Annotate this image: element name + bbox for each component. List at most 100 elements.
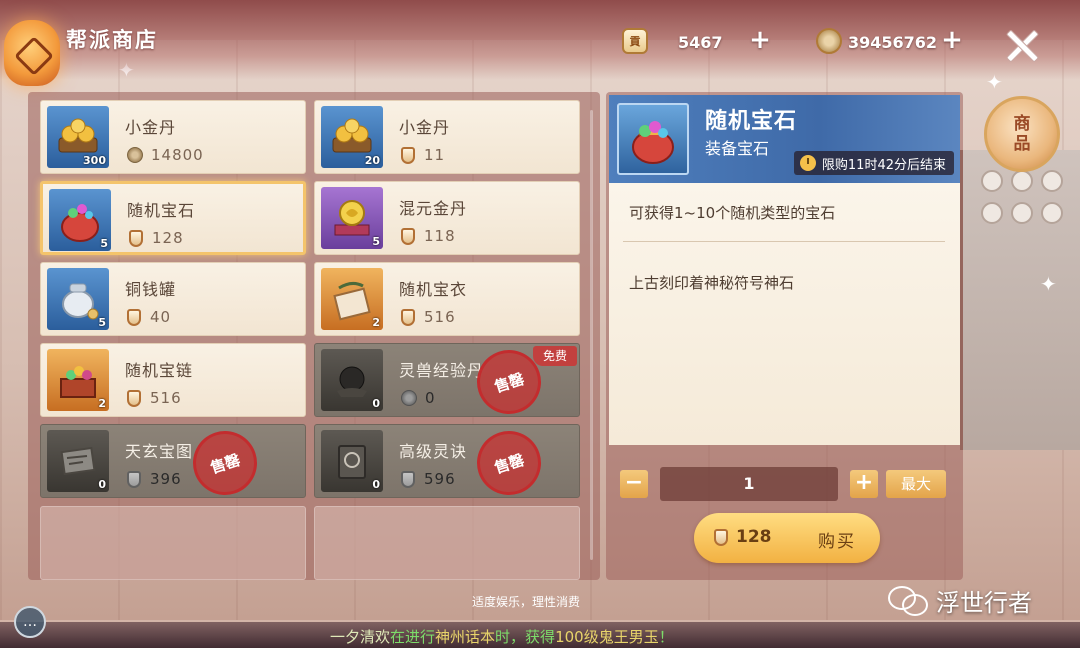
increase-quantity-button[interactable]: +	[850, 470, 878, 498]
quantity-field[interactable]: 1	[660, 467, 838, 501]
item-count: 300	[83, 154, 106, 167]
list-scrollbar[interactable]	[590, 110, 593, 560]
guild-token-icon	[127, 470, 141, 488]
item-price-value: 516	[150, 389, 182, 407]
item-price: 118	[401, 226, 456, 246]
item-price: 596	[401, 469, 456, 489]
shop-item-card[interactable]: 300 小金丹 14800	[40, 100, 306, 174]
gold-pills-icon: 20	[321, 106, 383, 168]
item-price: 40	[127, 307, 171, 327]
shop-item-card[interactable]: 2 随机宝衣 516	[314, 262, 580, 336]
divider	[623, 241, 945, 242]
buy-price: 128	[736, 527, 772, 547]
announcement-bar: 一夕清欢在进行神州话本时，获得100级鬼王男玉！	[0, 622, 1080, 648]
page-title: 帮派商店	[66, 28, 158, 52]
item-count: 0	[98, 478, 106, 491]
robe-box-icon: 2	[321, 268, 383, 330]
watermark: 浮世行者	[888, 582, 1032, 618]
item-price-value: 118	[424, 227, 456, 245]
watermark-text: 浮世行者	[936, 588, 1032, 617]
item-name: 铜钱罐	[125, 280, 177, 299]
item-list-panel: 300 小金丹 14800 20 小金丹 11 5 随机宝石 128 5 混元金丹 118 5 铜钱罐 40…	[28, 92, 600, 580]
timer-text: 限购11时42分后结束	[821, 157, 946, 173]
item-price-value: 40	[150, 308, 172, 326]
announcement-text: 一夕清欢在进行神州话本时，获得100级鬼王男玉！	[330, 626, 674, 647]
item-name: 灵兽经验丹	[399, 361, 485, 380]
guild-token-icon	[401, 308, 415, 326]
shop-item-card[interactable]: 0 天玄宝图 396 售罄	[40, 424, 306, 498]
item-name: 小金丹	[125, 118, 177, 137]
guild-token-icon	[127, 308, 141, 326]
shop-item-card[interactable]: 0 灵兽经验丹 0 售罄 免费	[314, 343, 580, 417]
item-price: 128	[129, 228, 184, 248]
max-quantity-button[interactable]: 最大	[886, 470, 946, 498]
golden-orb-icon: 5	[321, 187, 383, 249]
item-price: 396	[127, 469, 182, 489]
guild-token-icon	[714, 529, 728, 546]
tab-goods-label-1: 商	[1013, 114, 1031, 134]
item-count: 20	[364, 154, 380, 167]
plate-decor	[1011, 202, 1033, 224]
shop-item-card[interactable]: 0 高级灵诀 596 售罄	[314, 424, 580, 498]
empty-slot	[40, 506, 306, 580]
item-count: 0	[372, 478, 380, 491]
guild-token-icon: 貢	[622, 28, 648, 54]
sold-out-stamp: 售罄	[468, 425, 550, 497]
shop-item-card[interactable]: 5 铜钱罐 40	[40, 262, 306, 336]
bird-icon: ✦	[1040, 272, 1057, 296]
announcement-reward: 100级鬼王男玉	[555, 628, 659, 646]
detail-header: 随机宝石 装备宝石 限购11时42分后结束	[609, 95, 960, 183]
item-name: 随机宝链	[125, 361, 194, 380]
health-notice: 适度娱乐，理性消费	[472, 595, 581, 609]
plate-decor	[1041, 202, 1063, 224]
chat-icon: …	[23, 614, 37, 630]
item-price: 516	[401, 307, 456, 327]
decrease-quantity-button[interactable]: −	[620, 470, 648, 498]
lantern-icon	[4, 20, 60, 86]
close-button[interactable]	[1002, 26, 1040, 64]
item-name: 随机宝石	[127, 201, 196, 220]
item-count: 0	[372, 397, 380, 410]
buy-button[interactable]: 128 购买	[694, 513, 880, 563]
item-count: 2	[372, 316, 380, 329]
wechat-logo-icon	[888, 584, 928, 616]
announcement-part: ！	[658, 628, 674, 646]
guild-token-icon	[127, 389, 141, 407]
copper-coin-icon	[816, 28, 842, 54]
top-bar: 帮派商店 貢 5467 + 39456762 +	[0, 0, 1080, 86]
skill-book-icon: 0	[321, 430, 383, 492]
sold-out-stamp: 售罄	[184, 425, 266, 497]
announcement-player: 一夕清欢	[330, 628, 391, 646]
plate-decor	[981, 202, 1003, 224]
coin-jar-icon: 5	[47, 268, 109, 330]
shop-item-card[interactable]: 5 混元金丹 118	[314, 181, 580, 255]
treasure-chest-icon: 2	[47, 349, 109, 411]
item-price-value: 128	[152, 229, 184, 247]
item-name: 高级灵诀	[399, 442, 468, 461]
shop-item-card[interactable]: 5 随机宝石 128	[40, 181, 306, 255]
detail-flavor-text: 上古刻印着神秘符号神石	[629, 274, 795, 292]
item-price-value: 0	[425, 389, 436, 407]
plate-decor	[981, 170, 1003, 192]
item-count: 5	[372, 235, 380, 248]
gold-pills-icon: 300	[47, 106, 109, 168]
dark-orb-icon: 0	[321, 349, 383, 411]
item-count: 5	[98, 316, 106, 329]
item-name: 小金丹	[399, 118, 451, 137]
detail-effect-text: 可获得1~10个随机类型的宝石	[629, 204, 836, 222]
tab-goods[interactable]: 商 品	[984, 96, 1060, 172]
detail-item-name: 随机宝石	[705, 109, 798, 134]
shop-item-card[interactable]: 2 随机宝链 516	[40, 343, 306, 417]
item-detail-panel: 随机宝石 装备宝石 限购11时42分后结束 可获得1~10个随机类型的宝石 上古…	[606, 92, 963, 580]
chat-button[interactable]: …	[14, 606, 46, 638]
guild-token-icon	[401, 227, 415, 245]
guild-token-icon	[401, 470, 415, 488]
item-name: 随机宝衣	[399, 280, 468, 299]
announcement-part: 在进行	[390, 628, 436, 646]
add-copper-coin-button[interactable]: +	[940, 27, 964, 54]
item-price-value: 516	[424, 308, 456, 326]
shop-item-card[interactable]: 20 小金丹 11	[314, 100, 580, 174]
map-scroll-icon: 0	[47, 430, 109, 492]
add-guild-token-button[interactable]: +	[748, 27, 772, 54]
gem-pouch-icon	[617, 103, 689, 175]
